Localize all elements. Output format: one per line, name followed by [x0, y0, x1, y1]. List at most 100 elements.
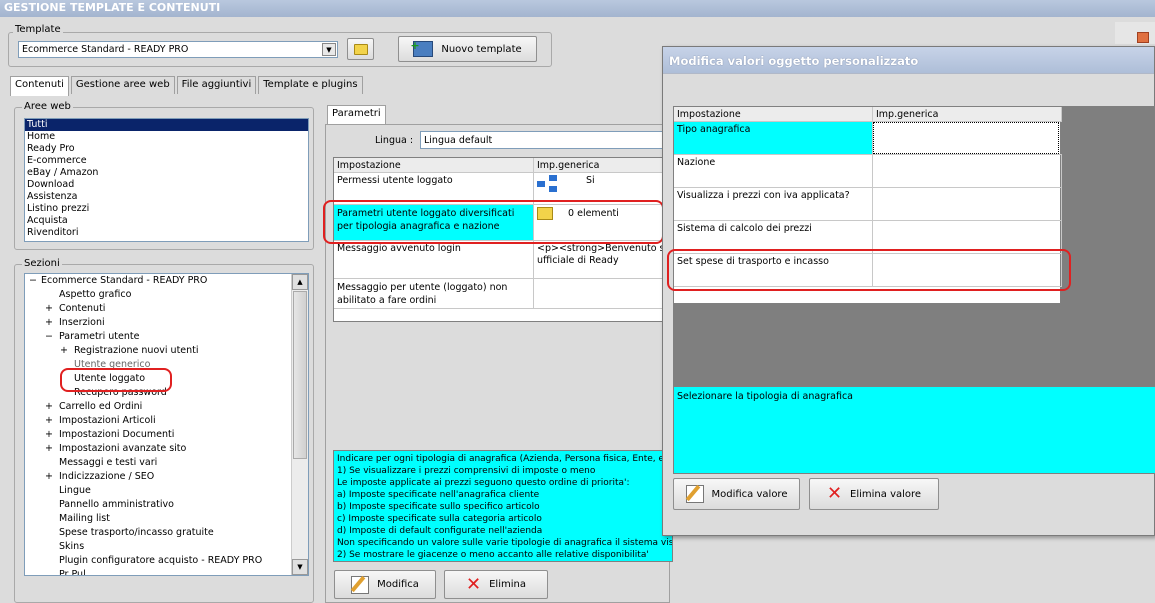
list-item[interactable]: Download: [25, 179, 308, 191]
tab-parametri[interactable]: Parametri: [327, 105, 386, 125]
row-value-editor[interactable]: [873, 122, 1059, 154]
tree-item-label: Parametri utente: [59, 331, 140, 342]
modifica-valore-label: Modifica valore: [711, 488, 788, 500]
tab-contenuti[interactable]: Contenuti: [10, 76, 69, 96]
list-item[interactable]: Home: [25, 131, 308, 143]
table-row[interactable]: Visualizza i prezzi con iva applicata?: [674, 188, 1062, 221]
row-value[interactable]: [873, 188, 1062, 220]
close-icon[interactable]: [1137, 32, 1149, 43]
row-name: Messaggio avvenuto login: [334, 241, 534, 278]
list-item[interactable]: eBay / Amazon: [25, 167, 308, 179]
tree-item[interactable]: + Contenuti: [25, 302, 308, 316]
tree-item[interactable]: − Parametri utente: [25, 330, 308, 344]
table-row[interactable]: Tipo anagrafica: [674, 122, 1062, 155]
tree-expander[interactable]: +: [45, 316, 59, 330]
tree-item[interactable]: Spese trasporto/incasso gratuite: [25, 526, 308, 540]
template-select[interactable]: Ecommerce Standard - READY PRO ▼: [18, 41, 338, 58]
tree-expander[interactable]: +: [45, 428, 59, 442]
tree-item[interactable]: + Impostazioni avanzate sito: [25, 442, 308, 456]
lingua-select[interactable]: Lingua default: [420, 131, 670, 149]
sezioni-label: Sezioni: [22, 258, 62, 269]
tree-expander[interactable]: −: [45, 330, 59, 344]
tree-item[interactable]: − Ecommerce Standard - READY PRO: [25, 274, 308, 288]
hierarchy-icon: [537, 175, 559, 193]
delete-x-icon: ✕: [826, 483, 843, 504]
elimina-button[interactable]: ✕ Elimina: [444, 570, 548, 599]
modifica-button[interactable]: Modifica: [334, 570, 436, 599]
tree-item[interactable]: Aspetto grafico: [25, 288, 308, 302]
scroll-up-arrow-icon[interactable]: ▲: [292, 274, 308, 290]
tree-scrollbar[interactable]: ▲ ▼: [291, 274, 308, 575]
list-item[interactable]: Rivenditori: [25, 227, 308, 239]
tree-expander[interactable]: −: [29, 274, 41, 288]
parametri-help-text: Indicare per ogni tipologia di anagrafic…: [333, 450, 673, 562]
scroll-thumb[interactable]: [293, 291, 307, 459]
tab-template-plugins[interactable]: Template e plugins: [258, 76, 363, 94]
tree-expander[interactable]: +: [45, 400, 59, 414]
row-value[interactable]: [534, 279, 674, 308]
edit-icon: [350, 575, 370, 594]
tree-item[interactable]: + Impostazioni Articoli: [25, 414, 308, 428]
annotation-parametri-row: [323, 200, 664, 244]
edit-icon: [685, 484, 704, 503]
tree-item[interactable]: Messaggi e testi vari: [25, 456, 308, 470]
header-imp-generica: Imp.generica: [873, 107, 1062, 121]
tab-gestione-aree-web[interactable]: Gestione aree web: [70, 76, 175, 94]
tree-expander[interactable]: +: [45, 470, 59, 484]
list-item[interactable]: Ready Pro: [25, 143, 308, 155]
tree-item[interactable]: Skins: [25, 540, 308, 554]
tree-expander[interactable]: +: [45, 442, 59, 456]
table-row[interactable]: Messaggio avvenuto login <p><strong>Benv…: [334, 241, 674, 279]
tree-item[interactable]: + Registrazione nuovi utenti: [25, 344, 308, 358]
row-value: Si: [586, 175, 595, 186]
table-row[interactable]: Nazione: [674, 155, 1062, 188]
dialog-title: Modifica valori oggetto personalizzato: [663, 47, 1154, 74]
new-template-icon: +: [410, 39, 434, 57]
folder-icon: [353, 43, 368, 55]
row-value[interactable]: [873, 155, 1062, 187]
row-name: Messaggio per utente (loggato) non abili…: [334, 279, 534, 308]
list-item[interactable]: E-commerce: [25, 155, 308, 167]
dialog-description: Selezionare la tipologia di anagrafica: [673, 386, 1155, 474]
row-name: Nazione: [674, 155, 873, 187]
tree-expander[interactable]: +: [60, 344, 74, 358]
tree-item[interactable]: Mailing list: [25, 512, 308, 526]
annotation-set-spese: [667, 249, 1071, 291]
tree-expander[interactable]: +: [45, 302, 59, 316]
elimina-valore-button[interactable]: ✕ Elimina valore: [809, 478, 939, 510]
custom-object-dialog: Modifica valori oggetto personalizzato I…: [662, 46, 1155, 536]
tree-item-label: Carrello ed Ordini: [59, 401, 143, 412]
scroll-down-arrow-icon[interactable]: ▼: [292, 559, 308, 575]
tree-item[interactable]: + Carrello ed Ordini: [25, 400, 308, 414]
open-folder-button[interactable]: [347, 38, 374, 60]
tree-item[interactable]: Pr Pul...: [25, 568, 308, 575]
row-value[interactable]: <p><strong>Benvenuto s ufficiale di Read…: [534, 241, 674, 278]
list-item[interactable]: Tutti: [25, 119, 308, 131]
background-window: [1115, 22, 1155, 44]
new-template-button[interactable]: + Nuovo template: [398, 36, 537, 62]
tree-expander[interactable]: +: [45, 414, 59, 428]
app-title: GESTIONE TEMPLATE E CONTENUTI: [0, 0, 1155, 17]
table-row[interactable]: Messaggio per utente (loggato) non abili…: [334, 279, 674, 309]
tree-item[interactable]: + Impostazioni Documenti: [25, 428, 308, 442]
tree-item[interactable]: + Indicizzazione / SEO: [25, 470, 308, 484]
grid-header: Impostazione Imp.generica: [674, 107, 1062, 122]
tab-file-aggiuntivi[interactable]: File aggiuntivi: [176, 76, 257, 94]
tree-item[interactable]: + Inserzioni: [25, 316, 308, 330]
tree-item-label: Contenuti: [59, 303, 106, 314]
list-item[interactable]: Assistenza: [25, 191, 308, 203]
row-name: Tipo anagrafica: [674, 122, 873, 154]
grid-header: Impostazione Imp.generica: [334, 158, 674, 173]
tree-item[interactable]: Pannello amministrativo: [25, 498, 308, 512]
tree-item[interactable]: Plugin configuratore acquisto - READY PR…: [25, 554, 308, 568]
header-imp-generica: Imp.generica: [534, 158, 674, 172]
list-item[interactable]: Acquista: [25, 215, 308, 227]
sezioni-tree: − Ecommerce Standard - READY PRO Aspetto …: [24, 273, 309, 576]
tree-item[interactable]: Lingue: [25, 484, 308, 498]
chevron-down-icon[interactable]: ▼: [322, 43, 336, 56]
list-item[interactable]: Listino prezzi: [25, 203, 308, 215]
tree-item-label: Ecommerce Standard - READY PRO: [41, 275, 208, 286]
elimina-valore-label: Elimina valore: [850, 488, 922, 500]
tree-item-label: Registrazione nuovi utenti: [74, 345, 199, 356]
modifica-valore-button[interactable]: Modifica valore: [673, 478, 800, 510]
